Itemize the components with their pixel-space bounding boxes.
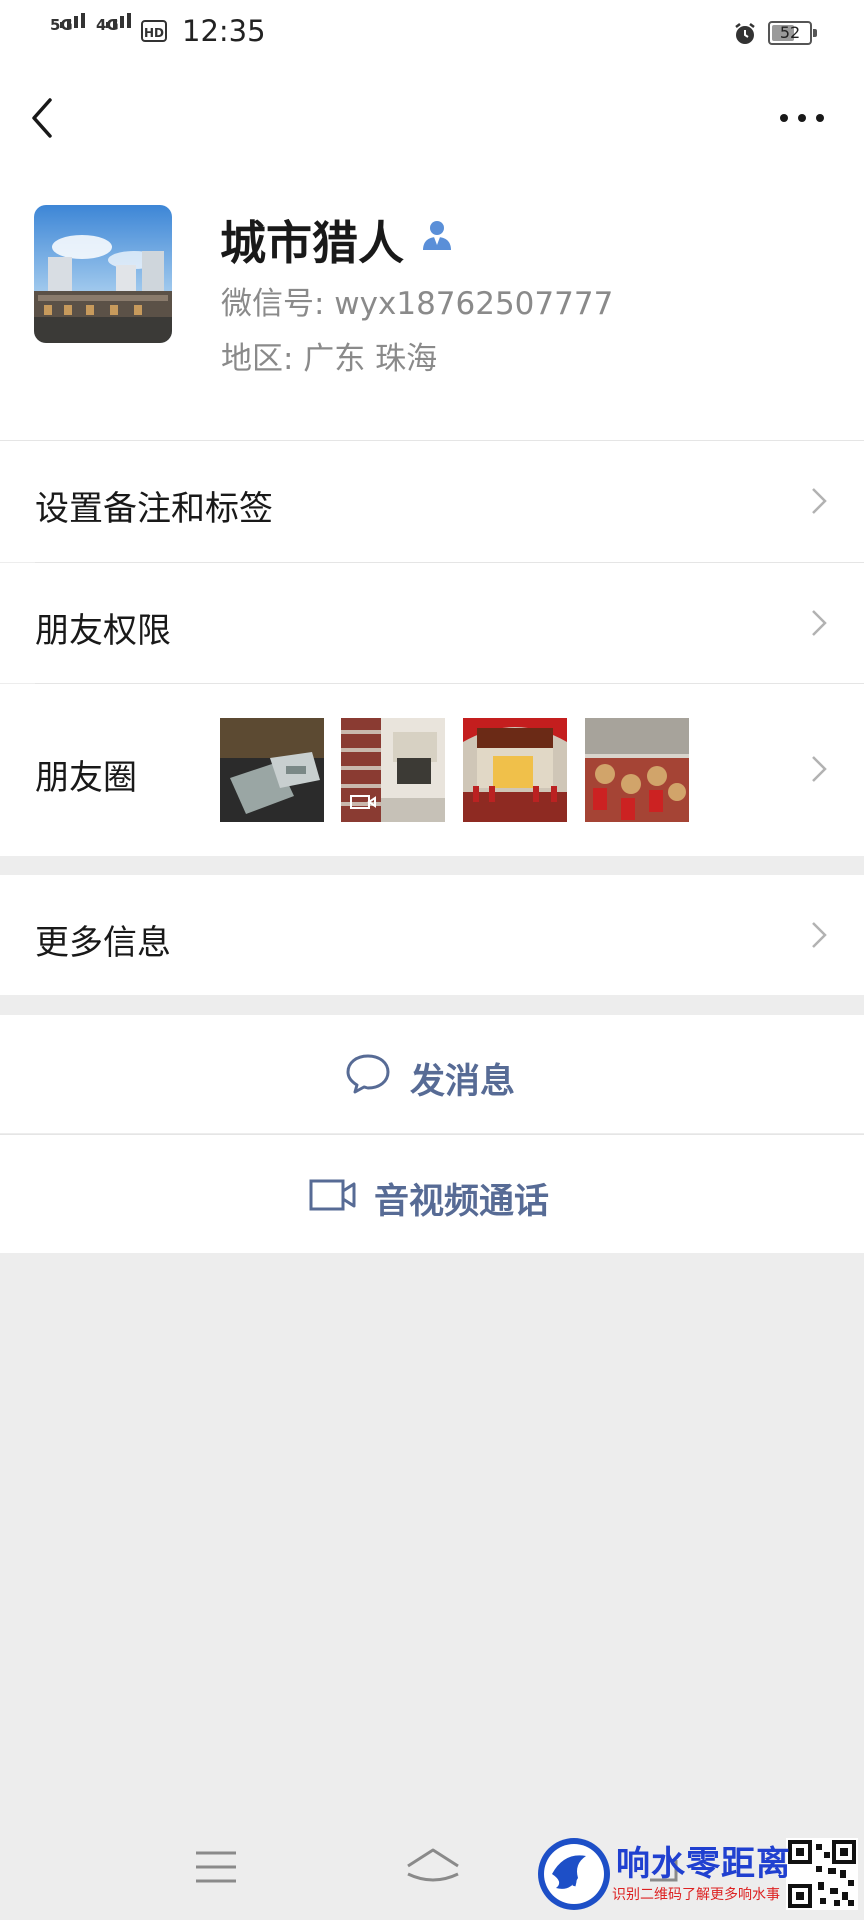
avatar-image[interactable]: [34, 205, 172, 343]
video-call-button[interactable]: 音视频通话: [0, 1135, 864, 1253]
profile-nickname: 城市猎人: [220, 216, 404, 270]
battery-level: 52: [779, 23, 801, 42]
video-camera-icon: [309, 1179, 356, 1211]
chevron-right-icon: [812, 922, 827, 948]
remark-tags-label: 设置备注和标签: [35, 489, 273, 529]
thumb-video-2[interactable]: [341, 718, 445, 822]
profile-wechat-id: 微信号: wyx18762507777: [221, 286, 614, 322]
send-message-label: 发消息: [410, 1062, 516, 1102]
profile-region: 地区: 广东 珠海: [221, 341, 438, 377]
more-icon[interactable]: [780, 110, 824, 126]
battery-tip: [813, 29, 817, 37]
remark-tags-row[interactable]: 设置备注和标签: [0, 441, 864, 562]
chevron-right-icon: [812, 610, 827, 636]
more-info-label: 更多信息: [35, 923, 171, 963]
back-icon[interactable]: [28, 96, 60, 140]
watermark-subtitle: 识别二维码了解更多响水事: [612, 1887, 780, 1903]
thumb-photo-3[interactable]: [463, 718, 567, 822]
chevron-right-icon: [812, 756, 827, 782]
video-call-label: 音视频通话: [374, 1182, 550, 1222]
hd-icon: HD: [141, 20, 167, 42]
home-icon[interactable]: [404, 1846, 462, 1886]
verified-person-icon: [423, 221, 451, 250]
thumb-photo-4[interactable]: [585, 718, 689, 822]
status-time: 12:35: [182, 14, 266, 48]
status-bar: 5G 4G HD 12:35 52: [0, 0, 864, 66]
friend-permissions-label: 朋友权限: [35, 611, 171, 651]
moments-label: 朋友圈: [35, 758, 137, 798]
chat-bubble-icon: [346, 1054, 390, 1094]
battery-icon: 52: [768, 21, 812, 45]
thumb-photo-1[interactable]: [220, 718, 324, 822]
chevron-right-icon: [812, 488, 827, 514]
menu-icon[interactable]: [194, 1850, 238, 1884]
watermark-title: 响水零距离: [616, 1844, 791, 1884]
send-message-button[interactable]: 发消息: [0, 1015, 864, 1133]
alarm-icon: [735, 23, 755, 44]
friend-permissions-row[interactable]: 朋友权限: [0, 563, 864, 683]
more-info-row[interactable]: 更多信息: [0, 875, 864, 995]
